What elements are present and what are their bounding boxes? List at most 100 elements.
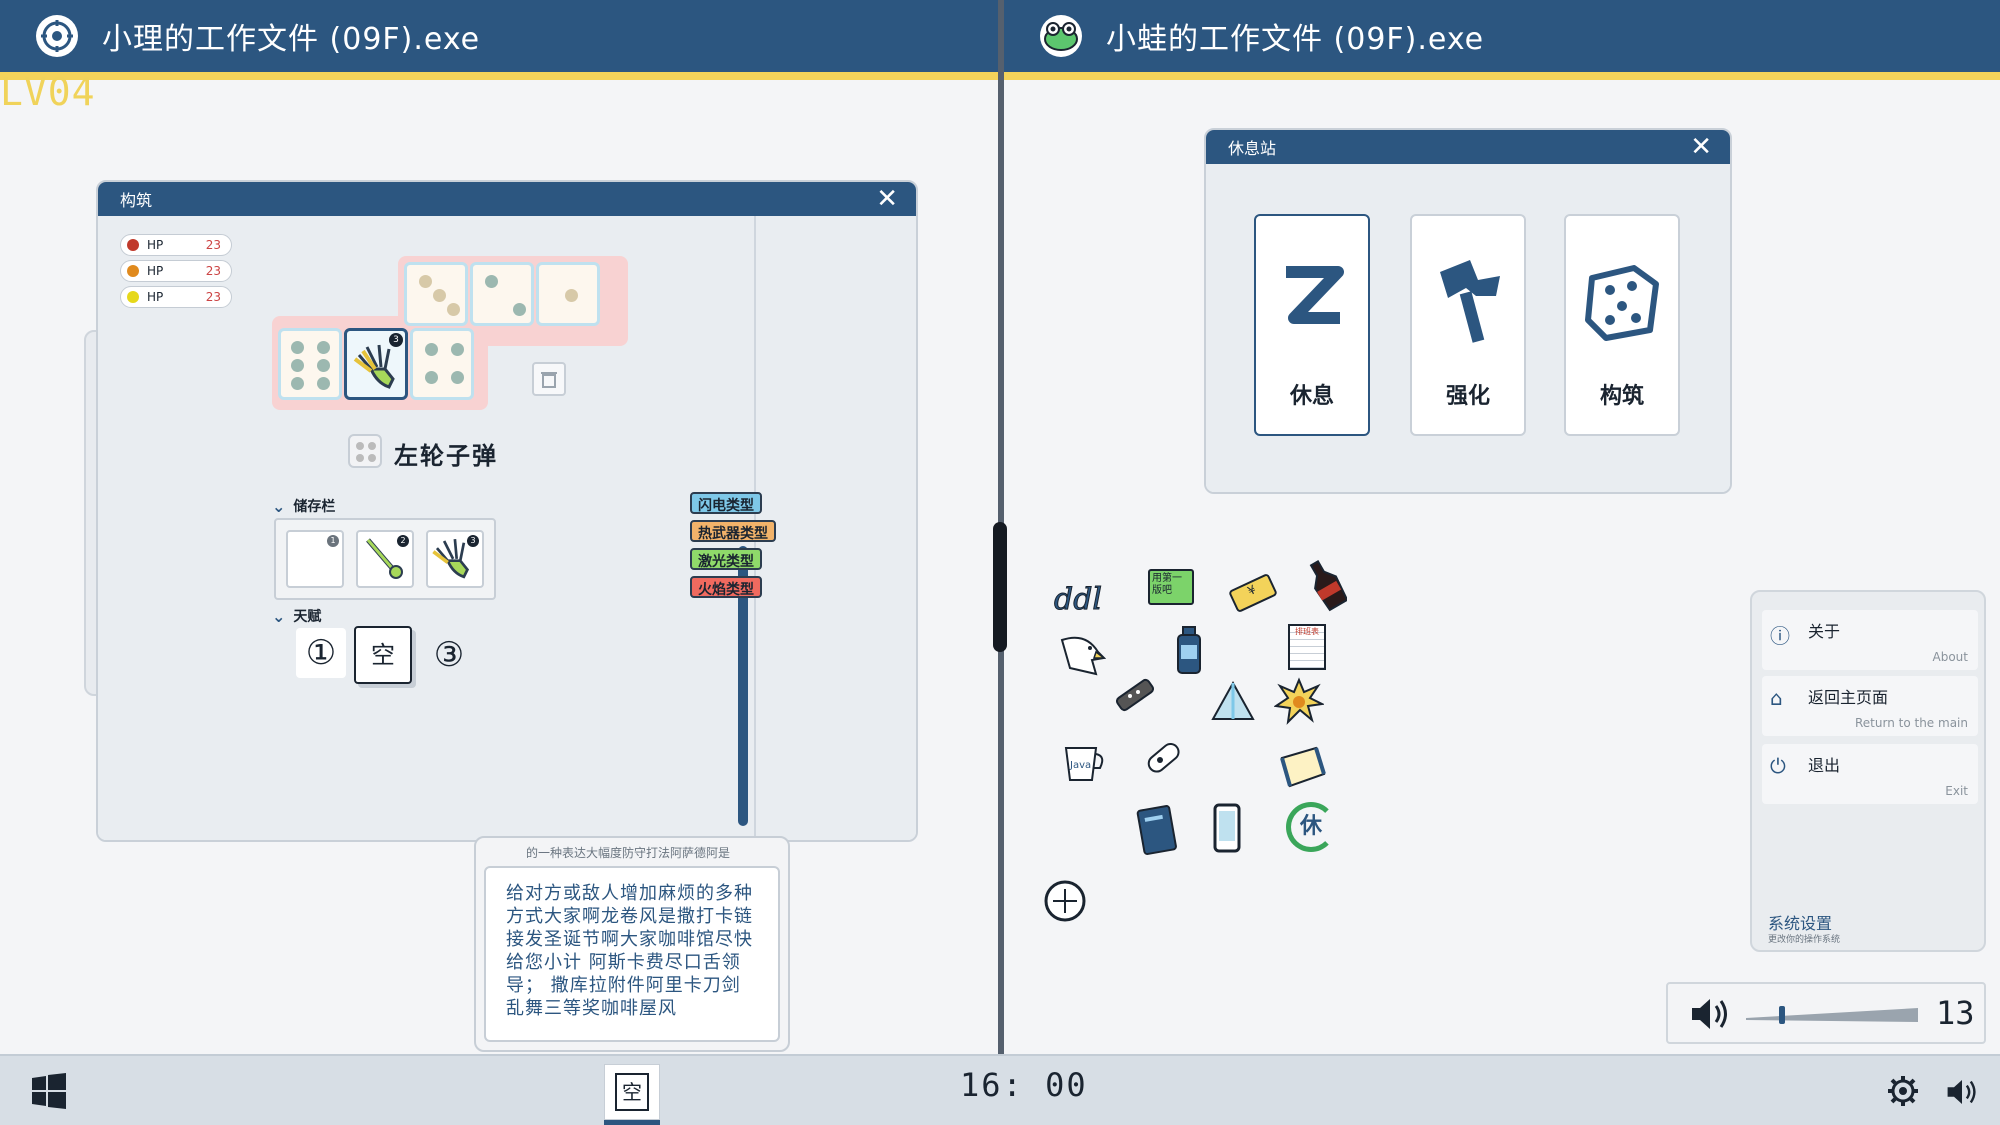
- description-subtitle: 的一种表达大幅度防守打法阿萨德阿是: [526, 846, 731, 860]
- talent-label: 天赋: [293, 609, 322, 625]
- menu-item-return-main[interactable]: ⌂ 返回主页面 Return to the main: [1762, 676, 1978, 736]
- upgrade-card-label: 强化: [1445, 384, 1490, 409]
- settings-gear-icon[interactable]: [1886, 1074, 1920, 1108]
- grid-cell[interactable]: [404, 262, 468, 326]
- dice-grid: 3: [272, 256, 632, 416]
- grid-cell-selected[interactable]: 3: [344, 328, 408, 400]
- volume-value: 13: [1936, 994, 1975, 1032]
- grid-cell[interactable]: [278, 328, 342, 400]
- trash-icon[interactable]: [532, 362, 566, 396]
- volume-slider[interactable]: [1746, 1006, 1918, 1024]
- dice-icon: [1585, 265, 1659, 341]
- talent-slot[interactable]: 空: [354, 626, 412, 684]
- stat-value: 23: [205, 238, 221, 252]
- stat-label: HP: [147, 238, 164, 252]
- stat-row: HP 23: [120, 260, 232, 282]
- frog-logo-icon: [1040, 15, 1082, 57]
- construct-card[interactable]: 构筑: [1564, 214, 1680, 436]
- storage-section-header[interactable]: ⌄ 储存栏: [272, 496, 335, 516]
- menu-item-subtitle: Exit: [1945, 784, 1968, 798]
- stat-dot: [127, 291, 139, 303]
- rest-station-header: 休息站 ✕: [1206, 130, 1730, 164]
- signature-icon[interactable]: ddl: [1052, 572, 1106, 626]
- active-app-indicator: [604, 1120, 660, 1125]
- upgrade-card[interactable]: 强化: [1410, 214, 1526, 436]
- grid-cell[interactable]: [536, 262, 600, 326]
- rest-recycle-icon[interactable]: 休: [1284, 800, 1338, 854]
- construct-panel-header: 构筑 ✕: [98, 182, 916, 216]
- type-tag: 火焰类型: [690, 576, 762, 598]
- grid-cell[interactable]: [470, 262, 534, 326]
- type-tag: 热武器类型: [690, 520, 776, 542]
- svg-text:ddl: ddl: [1054, 582, 1102, 617]
- cola-bottle-icon[interactable]: [1300, 558, 1354, 612]
- taskbar: 空 16: 00: [0, 1054, 2000, 1125]
- system-settings-subtitle: 更改你的操作系统: [1768, 935, 1841, 945]
- menu-item-about[interactable]: ⓘ 关于 About: [1762, 610, 1978, 670]
- speaker-icon[interactable]: [1688, 994, 1732, 1034]
- coffee-cup-text: Java: [1069, 760, 1091, 771]
- construct-panel-title: 构筑: [120, 191, 153, 210]
- talent-section-header[interactable]: ⌄ 天赋: [272, 606, 321, 626]
- storage-slot[interactable]: 1: [286, 530, 344, 588]
- phone-icon[interactable]: [1200, 802, 1254, 856]
- slot-number: 1: [327, 535, 339, 547]
- ticket-icon[interactable]: ¥: [1226, 566, 1280, 620]
- construct-card-label: 构筑: [1599, 384, 1644, 409]
- crosshair-icon[interactable]: [1038, 874, 1092, 928]
- taskbar-app-button[interactable]: 空: [604, 1064, 660, 1120]
- grid-cell[interactable]: [410, 328, 474, 400]
- storage-slot[interactable]: 2: [356, 530, 414, 588]
- close-icon[interactable]: ✕: [1690, 132, 1712, 162]
- sticky-note-text: 用第一版吧: [1148, 569, 1194, 605]
- item-name: 左轮子弹: [394, 442, 498, 470]
- description-panel: 的一种表达大幅度防守打法阿萨德阿是 给对方或敌人增加麻烦的多种方式大家啊龙卷风是…: [474, 836, 790, 1052]
- chevron-down-icon: ⌄: [272, 606, 286, 626]
- schedule-sheet-icon[interactable]: 排班表: [1280, 620, 1334, 674]
- system-menu: ⓘ 关于 About ⌂ 返回主页面 Return to the main ⏻ …: [1750, 590, 1986, 952]
- taskbar-speaker-icon[interactable]: [1944, 1076, 1980, 1108]
- volume-control: 13: [1666, 982, 1986, 1044]
- rest-station-title: 休息站: [1228, 139, 1277, 158]
- start-menu-icon[interactable]: [30, 1072, 68, 1110]
- system-settings-title[interactable]: 系统设置: [1768, 910, 1832, 934]
- schedule-sheet-text: 排班表: [1288, 624, 1326, 670]
- storage-slot[interactable]: 3: [426, 530, 484, 588]
- talent-slot[interactable]: ①: [296, 628, 346, 678]
- rest-card[interactable]: 休息: [1254, 214, 1370, 436]
- snack-bag-icon[interactable]: [1276, 740, 1330, 794]
- taskbar-app-label: 空: [615, 1073, 649, 1111]
- triangle-ruler-icon[interactable]: [1206, 674, 1260, 728]
- type-tag: 闪电类型: [690, 492, 762, 514]
- menu-item-exit[interactable]: ⏻ 退出 Exit: [1762, 744, 1978, 804]
- storage-bar: 1 2 3: [274, 518, 496, 600]
- sticky-note-icon[interactable]: 用第一版吧: [1144, 560, 1198, 614]
- eagle-icon[interactable]: [1054, 628, 1108, 682]
- usb-drive-icon[interactable]: [1108, 668, 1162, 722]
- menu-item-title: 关于: [1808, 622, 1841, 641]
- medicine-bottle-icon[interactable]: [1162, 624, 1216, 678]
- volume-slider-knob[interactable]: [1779, 1006, 1785, 1024]
- stat-dot: [127, 265, 139, 277]
- capsule-icon[interactable]: [1136, 730, 1190, 784]
- coffee-cup-icon[interactable]: Java: [1058, 736, 1112, 790]
- stat-row: HP 23: [120, 286, 232, 308]
- explosion-icon[interactable]: [1272, 674, 1326, 728]
- accent-stripe: [1004, 72, 2000, 80]
- menu-item-subtitle: Return to the main: [1855, 716, 1968, 730]
- clock: 16: 00: [960, 1066, 1088, 1104]
- notebook-icon[interactable]: [1130, 804, 1184, 858]
- menu-item-title: 退出: [1808, 756, 1841, 775]
- slot-number: 2: [397, 535, 409, 547]
- talent-slot[interactable]: ③: [424, 630, 474, 680]
- rest-card-label: 休息: [1289, 384, 1334, 409]
- close-icon[interactable]: ✕: [876, 184, 898, 214]
- slot-number: 3: [467, 535, 479, 547]
- stat-value: 23: [205, 264, 221, 278]
- storage-label: 储存栏: [293, 499, 336, 515]
- rest-station-body: 休息 强化 构筑: [1206, 164, 1730, 492]
- split-handle[interactable]: [993, 522, 1007, 652]
- rest-station-panel: 休息站 ✕ 休息 强化 构筑: [1204, 128, 1732, 494]
- power-icon: ⏻: [1770, 754, 1786, 778]
- hammer-icon: [1440, 260, 1500, 343]
